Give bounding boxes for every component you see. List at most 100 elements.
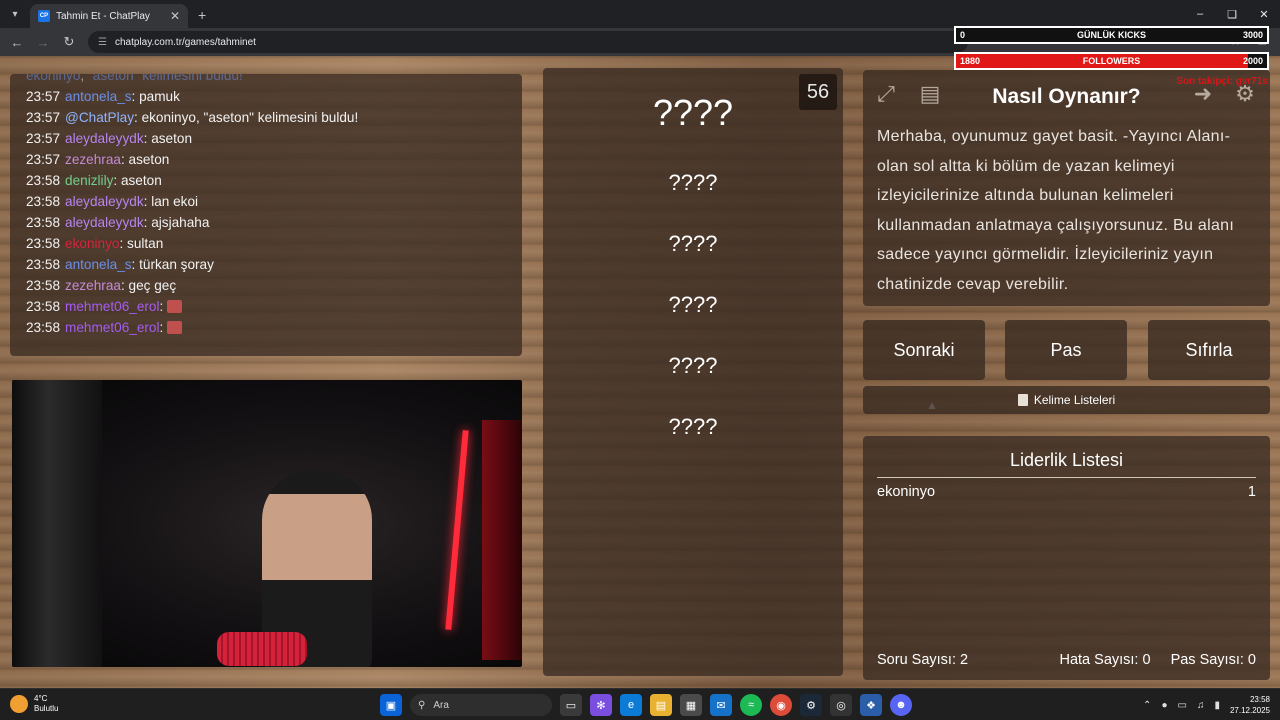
chat-message: 23:58 mehmet06_erol: xyxy=(26,296,506,317)
restore-icon[interactable]: ❏ xyxy=(1216,0,1248,28)
chat-text: aseton xyxy=(120,173,162,188)
weather-temp: 4°C xyxy=(34,694,48,703)
chat-message: 23:57 antonela_s: pamuk xyxy=(26,86,506,107)
chat-text: ekoninyo, "aseton" kelimesini buldu! xyxy=(141,110,359,125)
chat-username[interactable]: @ChatPlay xyxy=(65,110,134,125)
battery-icon[interactable]: ▮ xyxy=(1214,700,1220,711)
chat-time: 23:57 xyxy=(26,131,61,146)
new-tab-icon[interactable]: + xyxy=(198,7,206,23)
obs-icon[interactable]: ◎ xyxy=(830,694,852,716)
chat-username[interactable]: zezehraa xyxy=(65,278,121,293)
chat-panel: ekoninyo, "aseton" kelimesini buldu! 23:… xyxy=(10,74,522,356)
chat-separator: : xyxy=(113,173,121,188)
game-stats: Soru Sayısı: 2 Hata Sayısı: 0 Pas Sayısı… xyxy=(877,652,1256,668)
minimize-icon[interactable]: – xyxy=(1184,0,1216,28)
app-icon[interactable]: ❖ xyxy=(860,694,882,716)
weather-widget[interactable]: 4°C Bulutlu xyxy=(10,694,58,714)
back-icon[interactable]: ← xyxy=(6,31,28,53)
pass-count: Pas Sayısı: 0 xyxy=(1170,652,1256,668)
url-text: chatplay.com.tr/games/tahminet xyxy=(114,36,256,48)
reload-icon[interactable]: ↻ xyxy=(58,31,80,53)
taskbar-search[interactable]: ⚲ Ara xyxy=(410,694,552,716)
chat-message: 23:58 zezehraa: geç geç xyxy=(26,275,506,296)
error-count: Hata Sayısı: 0 xyxy=(1059,652,1151,668)
how-to-play-text: Merhaba, oyunumuz gayet basit. -Yayıncı … xyxy=(877,128,1235,293)
chat-message: 23:57 aleydaleyydk: aseton xyxy=(26,128,506,149)
chat-username[interactable]: mehmet06_erol xyxy=(65,299,159,314)
chat-message: 23:58 antonela_s: türkan şoray xyxy=(26,254,506,275)
last-follower-label: Son takipçi: gvr71s xyxy=(1176,76,1268,87)
windows-icon[interactable]: ▣ xyxy=(380,694,402,716)
chat-username[interactable]: aleydaleyydk xyxy=(65,194,144,209)
tab-search-icon[interactable]: ▾ xyxy=(4,4,26,24)
store-icon[interactable]: ▦ xyxy=(680,694,702,716)
chat-message: 23:58 aleydaleyydk: lan ekoi xyxy=(26,191,506,212)
chat-message-list: 23:57 antonela_s: pamuk 23:57 @ChatPlay: ek… xyxy=(26,86,506,338)
chat-text: pamuk xyxy=(139,89,180,104)
close-tab-icon[interactable]: ✕ xyxy=(170,9,180,23)
chat-username[interactable]: antonela_s xyxy=(65,89,132,104)
copilot-icon[interactable]: ✻ xyxy=(590,694,612,716)
forbidden-word: ???? xyxy=(668,353,718,378)
address-bar[interactable]: ☰ chatplay.com.tr/games/tahminet xyxy=(88,31,968,53)
tray-chevron-icon[interactable]: ⌃ xyxy=(1143,700,1151,711)
forbidden-word: ???? xyxy=(668,231,718,256)
chat-text: sultan xyxy=(127,236,164,251)
chat-time: 23:57 xyxy=(26,110,61,125)
mail-icon[interactable]: ✉ xyxy=(710,694,732,716)
chat-username[interactable]: aleydaleyydk xyxy=(65,131,144,146)
browser-tab[interactable]: CP Tahmin Et - ChatPlay ✕ xyxy=(30,4,188,28)
target-word: ???? xyxy=(652,92,734,133)
chat-message: 23:58 ekoninyo: sultan xyxy=(26,233,506,254)
taskbar-apps: ▣ ⚲ Ara ▭ ✻ e ▤ ▦ ✉ ≈ ◉ ⚙ ◎ ❖ ☻ xyxy=(380,694,912,716)
chrome-icon[interactable]: ◉ xyxy=(770,694,792,716)
forward-icon[interactable]: → xyxy=(32,31,54,53)
chat-time: 23:58 xyxy=(26,278,61,293)
chat-username[interactable]: aleydaleyydk xyxy=(65,215,144,230)
microphone xyxy=(217,632,307,666)
word-lists-button[interactable]: Kelime Listeleri xyxy=(863,386,1270,414)
close-window-icon[interactable]: ✕ xyxy=(1248,0,1280,28)
chat-username[interactable]: zezehraa xyxy=(65,152,121,167)
word-lists-label: Kelime Listeleri xyxy=(1033,393,1116,407)
steam-icon[interactable]: ⚙ xyxy=(800,694,822,716)
chat-username[interactable]: antonela_s xyxy=(65,257,132,272)
network-icon[interactable]: ▭ xyxy=(1177,700,1186,711)
weather-icon xyxy=(10,695,28,713)
chat-username[interactable]: ekoninyo xyxy=(65,236,119,251)
pass-button[interactable]: Pas xyxy=(1005,320,1127,380)
forbidden-word: ???? xyxy=(668,414,718,439)
chat-message: 23:57 @ChatPlay: ekoninyo, "aseton" kelim… xyxy=(26,107,506,128)
file-explorer-icon[interactable]: ▤ xyxy=(650,694,672,716)
chat-time: 23:58 xyxy=(26,173,61,188)
task-view-icon[interactable]: ▭ xyxy=(560,694,582,716)
chat-message: 23:57 zezehraa: aseton xyxy=(26,149,506,170)
chat-text: "aseton" kelimesini buldu! xyxy=(87,74,243,83)
reset-button[interactable]: Sıfırla xyxy=(1148,320,1270,380)
webcam-feed xyxy=(12,380,522,667)
next-button[interactable]: Sonraki xyxy=(863,320,985,380)
chat-time: 23:58 xyxy=(26,257,61,272)
spotify-icon[interactable]: ≈ xyxy=(740,694,762,716)
microphone-icon[interactable]: ● xyxy=(1161,700,1167,711)
chat-separator: : xyxy=(159,299,168,314)
chat-username[interactable]: mehmet06_erol xyxy=(65,320,159,335)
edge-icon[interactable]: e xyxy=(620,694,642,716)
chat-text: ajsjahaha xyxy=(151,215,210,230)
chat-message: 23:58 denizlily: aseton xyxy=(26,170,506,191)
game-page: ekoninyo, "aseton" kelimesini buldu! 23:… xyxy=(0,56,1280,688)
system-clock[interactable]: 23:58 27.12.2025 xyxy=(1230,694,1270,716)
chat-username[interactable]: denizlily xyxy=(65,173,113,188)
background-curtain xyxy=(12,380,102,667)
clock-date: 27.12.2025 xyxy=(1229,706,1270,715)
background-light-panel xyxy=(482,420,522,660)
chat-partial-line: ekoninyo, "aseton" kelimesini buldu! xyxy=(26,74,506,86)
chat-time: 23:58 xyxy=(26,194,61,209)
clock-time: 23:58 xyxy=(1249,695,1270,704)
volume-icon[interactable]: ♫ xyxy=(1197,700,1205,711)
kicks-goal-label: GÜNLÜK KICKS xyxy=(1077,30,1146,40)
site-info-icon[interactable]: ☰ xyxy=(98,37,107,48)
chat-user: ekoninyo xyxy=(26,74,81,83)
discord-icon[interactable]: ☻ xyxy=(890,694,912,716)
chat-time: 23:58 xyxy=(26,215,61,230)
